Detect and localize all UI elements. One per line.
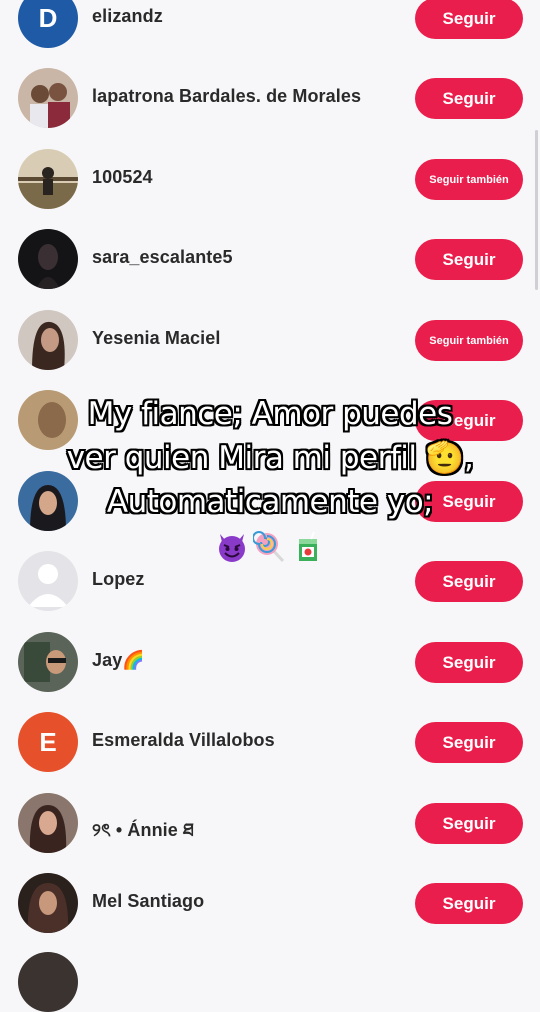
avatar[interactable] [18,793,78,853]
list-item[interactable]: lapatrona Bardales. de Morales Seguir [0,58,540,138]
avatar[interactable] [18,632,78,692]
lollipop-icon [253,531,285,563]
avatar[interactable] [18,952,78,1012]
smiling-imp-icon [219,534,245,562]
list-item[interactable]: Jay🌈 Seguir [0,622,540,702]
avatar[interactable]: D [18,0,78,48]
list-item[interactable]: Mel Santiago Seguir [0,863,540,943]
avatar[interactable] [18,310,78,370]
video-caption-overlay: My fiance; Amor puedes ver quien Mira mi… [0,392,540,570]
avatar[interactable] [18,149,78,209]
username[interactable]: Jay🌈 [92,650,145,671]
caption-emoji-row [215,524,325,570]
caption-line: ver quien Mira mi perfil 🫡, [66,440,474,476]
username[interactable]: sara_escalante5 [92,247,233,268]
follow-button[interactable]: Seguir [415,642,523,683]
list-item[interactable]: ୨ৎ • Ánnie ཐ Seguir [0,783,540,863]
follow-back-button[interactable]: Seguir también [415,159,523,200]
username[interactable]: Yesenia Maciel [92,328,220,349]
caption-line: My fiance; Amor puedes [87,396,453,432]
username[interactable]: Lopez [92,569,145,590]
avatar[interactable] [18,229,78,289]
username[interactable]: Mel Santiago [92,891,204,912]
username[interactable]: elizandz [92,6,163,27]
follow-button[interactable]: Seguir [415,239,523,280]
username[interactable]: Esmeralda Villalobos [92,730,275,751]
avatar-letter: E [39,726,57,757]
avatar[interactable] [18,68,78,128]
list-item[interactable]: E Esmeralda Villalobos Seguir [0,702,540,782]
avatar-letter: D [38,2,58,33]
scrollbar[interactable] [535,130,538,290]
username[interactable]: 100524 [92,167,153,188]
follow-back-button[interactable]: Seguir también [415,320,523,361]
beverage-box-icon [299,531,317,561]
follow-button[interactable]: Seguir [415,883,523,924]
follow-button[interactable]: Seguir [415,722,523,763]
list-item[interactable]: sara_escalante5 Seguir [0,219,540,299]
avatar[interactable]: E [18,712,78,772]
username[interactable]: lapatrona Bardales. de Morales [92,86,361,107]
list-item[interactable]: Yesenia Maciel Seguir también [0,300,540,380]
avatar[interactable] [18,873,78,933]
list-item[interactable]: 100524 Seguir también [0,139,540,219]
follow-button[interactable]: Seguir [415,78,523,119]
list-item[interactable]: D elizandz Seguir [0,0,540,58]
caption-line: Automaticamente yo; [106,484,434,520]
follow-button[interactable]: Seguir [415,0,523,39]
username[interactable]: ୨ৎ • Ánnie ཐ [92,811,194,861]
follow-button[interactable]: Seguir [415,803,523,844]
